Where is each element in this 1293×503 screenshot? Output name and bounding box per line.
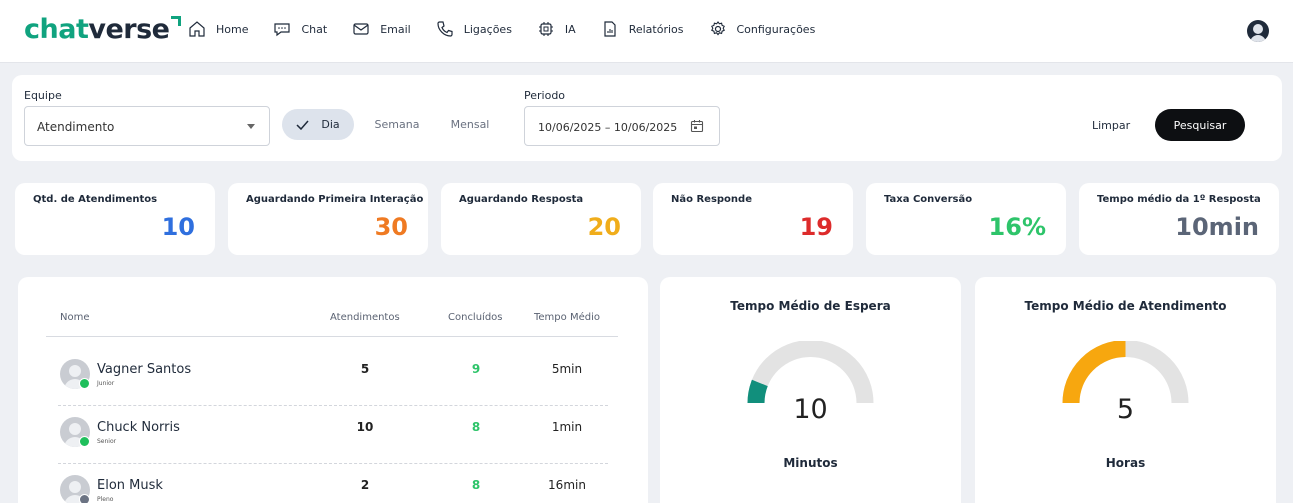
nav-ligacoes[interactable]: Ligações (436, 20, 512, 38)
gauge-title: Tempo Médio de Atendimento (1024, 299, 1227, 313)
nav-ia-label: IA (564, 22, 576, 36)
column-header-nome[interactable]: Nome (60, 312, 90, 323)
kpi-title: Aguardando Primeira Interação (246, 194, 424, 205)
kpi-value: 10 (161, 213, 195, 241)
column-header-concluidos[interactable]: Concluídos (448, 312, 503, 323)
caret-down-icon (247, 124, 255, 129)
period-label: Periodo (524, 89, 566, 102)
kpi-card-tempo-primeira-resposta: Tempo médio da 1º Resposta 10min (1079, 183, 1279, 255)
chatverse-logo[interactable]: chatverse (24, 14, 182, 45)
status-dot (79, 436, 90, 447)
calendar-icon[interactable] (690, 119, 704, 133)
search-button-label: Pesquisar (1173, 118, 1227, 132)
cell-concluidos: 8 (471, 420, 481, 434)
cell-atendimentos: 5 (360, 362, 370, 376)
agent-level: Junior (97, 380, 115, 387)
kpi-value: 30 (374, 213, 408, 241)
cell-concluidos: 8 (471, 478, 481, 492)
column-header-tempo-medio[interactable]: Tempo Médio (534, 312, 600, 323)
phone-icon (437, 21, 453, 37)
logo-corner-mark (171, 16, 182, 26)
gauge-title: Tempo Médio de Espera (730, 299, 891, 313)
clear-button[interactable]: Limpar (1092, 119, 1130, 132)
logo-text-verse: verse (88, 14, 170, 45)
period-option-semana-label: Semana (374, 118, 420, 131)
cell-tempo-medio: 16min (548, 478, 586, 492)
report-icon (604, 21, 616, 37)
mail-icon (353, 23, 369, 35)
agent-name: Vagner Santos (97, 362, 192, 377)
kpi-card-nao-responde: Não Responde 19 (653, 183, 853, 255)
kpi-value: 10min (1175, 213, 1259, 241)
nav-home-label: Home (216, 22, 249, 36)
cell-tempo-medio: 1min (551, 420, 583, 434)
kpi-card-atendimentos: Qtd. de Atendimentos 10 (15, 183, 215, 255)
filter-panel: Equipe Atendimento Dia Semana Mensal Per… (12, 75, 1282, 161)
main-nav: Home Chat Email Ligações IA Relatórios C… (188, 20, 840, 38)
nav-configuracoes[interactable]: Configurações (709, 20, 816, 38)
gauge-value: 5 (1116, 394, 1135, 425)
team-label: Equipe (24, 89, 62, 102)
nav-email[interactable]: Email (352, 20, 411, 38)
kpi-value: 20 (587, 213, 621, 241)
nav-ligacoes-label: Ligações (463, 22, 512, 36)
gauge-unit: Minutos (783, 456, 838, 470)
kpi-value: 19 (799, 213, 833, 241)
nav-relatorios[interactable]: Relatórios (601, 20, 684, 38)
table-header-divider (46, 336, 618, 337)
period-option-mensal[interactable]: Mensal (438, 109, 502, 140)
team-select-value: Atendimento (37, 120, 115, 134)
gauge-card-atendimento: Tempo Médio de Atendimento 5 Horas (975, 277, 1276, 503)
column-header-atendimentos[interactable]: Atendimentos (330, 312, 400, 323)
period-option-semana[interactable]: Semana (362, 109, 432, 140)
agent-name: Elon Musk (97, 478, 163, 493)
chip-icon (538, 22, 553, 36)
agent-name: Chuck Norris (97, 420, 180, 435)
nav-ia[interactable]: IA (537, 20, 576, 38)
kpi-card-taxa-conversao: Taxa Conversão 16% (866, 183, 1066, 255)
cell-atendimentos: 2 (360, 478, 370, 492)
gauge-value: 10 (793, 394, 828, 425)
gauge-card-espera: Tempo Médio de Espera 10 Minutos (660, 277, 961, 503)
nav-relatorios-label: Relatórios (628, 22, 684, 36)
cell-concluidos: 9 (471, 362, 481, 376)
period-option-dia[interactable]: Dia (282, 109, 354, 140)
cell-tempo-medio: 5min (551, 362, 583, 376)
gear-icon (710, 21, 725, 36)
agent-level: Pleno (97, 496, 114, 503)
period-option-mensal-label: Mensal (450, 118, 490, 131)
nav-chat-label: Chat (301, 22, 328, 36)
agent-level: Senior (97, 438, 117, 445)
user-avatar-icon[interactable] (1247, 20, 1269, 42)
cell-atendimentos: 10 (356, 420, 374, 434)
nav-chat[interactable]: Chat (273, 20, 327, 38)
nav-email-label: Email (380, 22, 411, 36)
status-dot (79, 494, 90, 503)
check-icon (296, 120, 309, 130)
nav-home[interactable]: Home (188, 20, 248, 38)
nav-configuracoes-label: Configurações (736, 22, 816, 36)
kpi-value: 16% (988, 213, 1046, 241)
date-range-value: 10/06/2025 – 10/06/2025 (538, 121, 678, 134)
kpi-title: Tempo médio da 1º Resposta (1097, 194, 1261, 205)
home-icon (189, 21, 205, 37)
row-divider (58, 463, 608, 464)
chat-bubble-icon (274, 23, 291, 37)
kpi-card-aguardando-resposta: Aguardando Resposta 20 (441, 183, 641, 255)
logo-text-chat: chat (24, 14, 89, 45)
agents-table-card: Nome Atendimentos Concluídos Tempo Médio… (18, 277, 648, 503)
status-dot (79, 378, 90, 389)
team-select[interactable]: Atendimento (24, 106, 270, 146)
date-range-input[interactable]: 10/06/2025 – 10/06/2025 (524, 106, 720, 146)
kpi-title: Taxa Conversão (884, 194, 973, 205)
gauge-unit: Horas (1105, 456, 1146, 470)
search-button[interactable]: Pesquisar (1155, 109, 1245, 141)
top-navbar: chatverse Home Chat Email Ligações IA Re… (0, 0, 1293, 63)
kpi-title: Aguardando Resposta (459, 194, 584, 205)
kpi-card-primeira-interacao: Aguardando Primeira Interação 30 (228, 183, 428, 255)
row-divider (58, 405, 608, 406)
period-option-dia-label: Dia (321, 118, 340, 131)
kpi-title: Qtd. de Atendimentos (33, 194, 158, 205)
kpi-title: Não Responde (671, 194, 752, 205)
